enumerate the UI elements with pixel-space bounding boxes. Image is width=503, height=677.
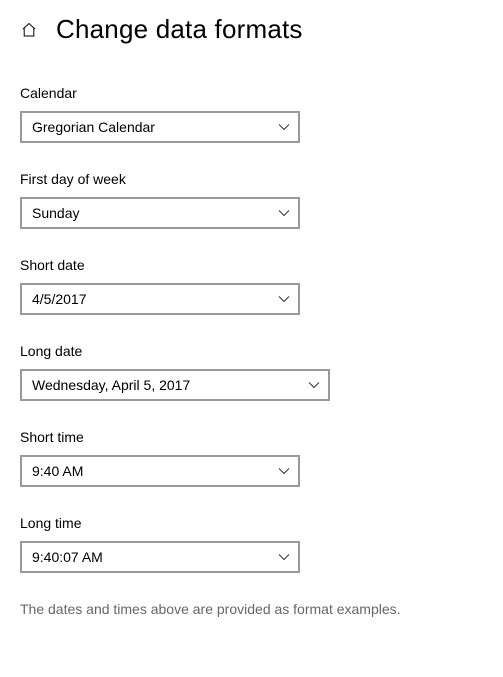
- long-date-value: Wednesday, April 5, 2017: [32, 377, 190, 393]
- short-date-value: 4/5/2017: [32, 291, 87, 307]
- long-time-label: Long time: [20, 515, 483, 531]
- long-date-select[interactable]: Wednesday, April 5, 2017: [20, 369, 330, 401]
- page-header: Change data formats: [20, 14, 483, 45]
- calendar-value: Gregorian Calendar: [32, 119, 155, 135]
- short-time-select[interactable]: 9:40 AM: [20, 455, 300, 487]
- chevron-down-icon: [308, 379, 320, 391]
- field-first-day: First day of week Sunday: [20, 171, 483, 229]
- chevron-down-icon: [278, 121, 290, 133]
- calendar-select[interactable]: Gregorian Calendar: [20, 111, 300, 143]
- short-date-select[interactable]: 4/5/2017: [20, 283, 300, 315]
- home-icon[interactable]: [20, 21, 38, 39]
- chevron-down-icon: [278, 207, 290, 219]
- short-time-label: Short time: [20, 429, 483, 445]
- first-day-select[interactable]: Sunday: [20, 197, 300, 229]
- long-date-label: Long date: [20, 343, 483, 359]
- field-calendar: Calendar Gregorian Calendar: [20, 85, 483, 143]
- short-time-value: 9:40 AM: [32, 463, 83, 479]
- first-day-value: Sunday: [32, 205, 79, 221]
- page-title: Change data formats: [56, 14, 303, 45]
- format-examples-note: The dates and times above are provided a…: [20, 601, 483, 617]
- chevron-down-icon: [278, 465, 290, 477]
- first-day-label: First day of week: [20, 171, 483, 187]
- field-long-date: Long date Wednesday, April 5, 2017: [20, 343, 483, 401]
- long-time-select[interactable]: 9:40:07 AM: [20, 541, 300, 573]
- field-short-time: Short time 9:40 AM: [20, 429, 483, 487]
- calendar-label: Calendar: [20, 85, 483, 101]
- field-short-date: Short date 4/5/2017: [20, 257, 483, 315]
- chevron-down-icon: [278, 293, 290, 305]
- field-long-time: Long time 9:40:07 AM: [20, 515, 483, 573]
- short-date-label: Short date: [20, 257, 483, 273]
- long-time-value: 9:40:07 AM: [32, 549, 103, 565]
- chevron-down-icon: [278, 551, 290, 563]
